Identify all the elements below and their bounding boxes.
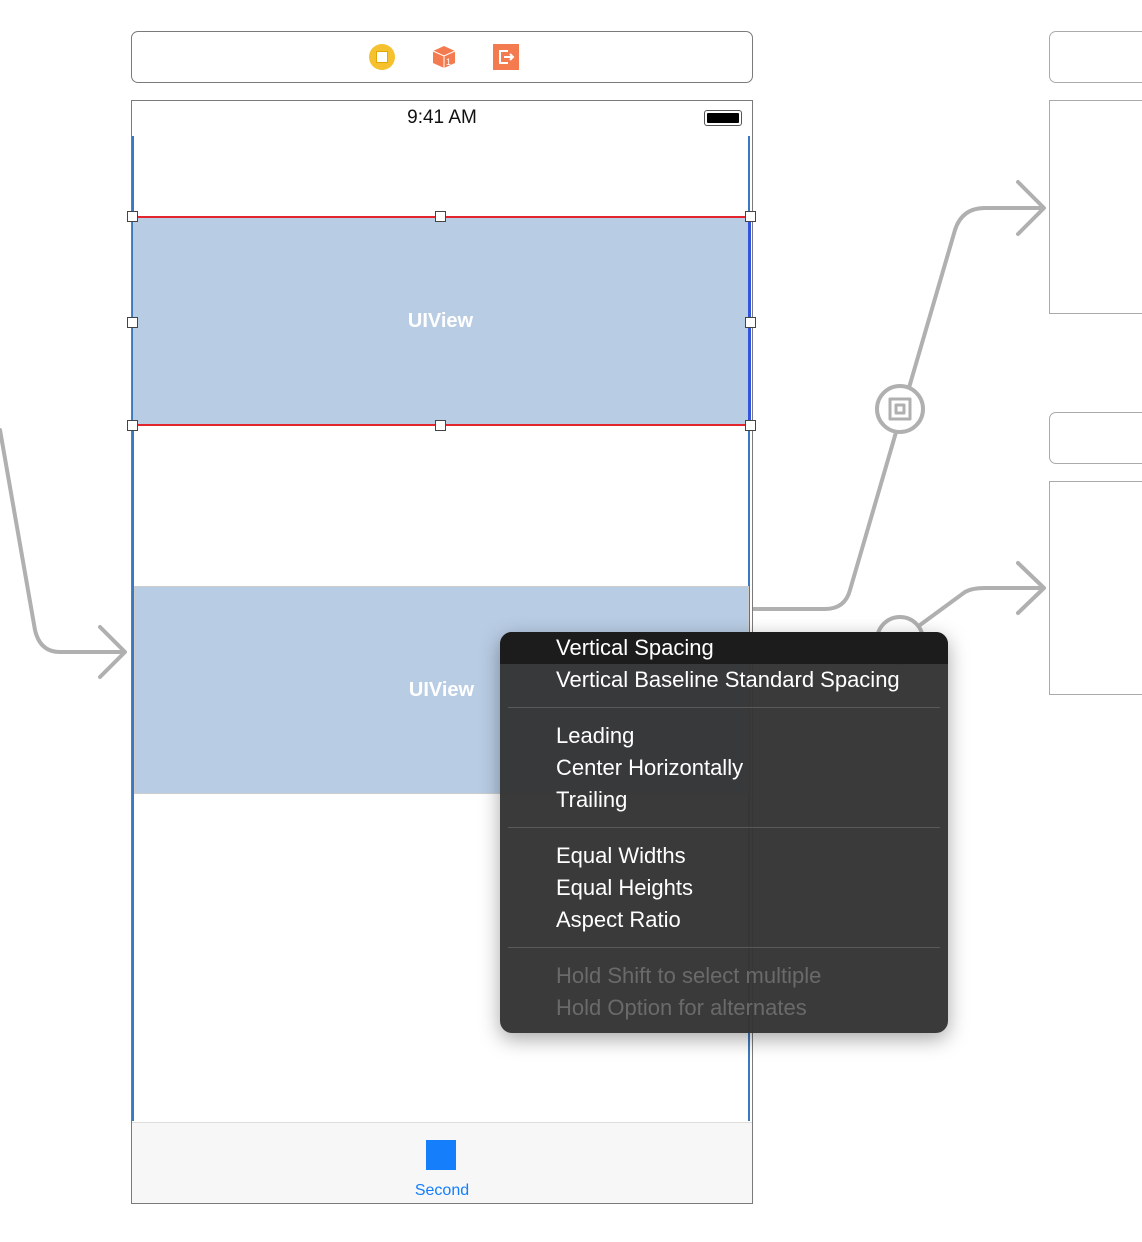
menu-item-aspect-ratio[interactable]: Aspect Ratio [500,904,948,936]
resize-handle[interactable] [745,317,756,328]
menu-item-trailing[interactable]: Trailing [500,784,948,816]
menu-item-center-horizontally[interactable]: Center Horizontally [500,752,948,784]
menu-item-vertical-spacing[interactable]: Vertical Spacing [500,632,948,664]
side-scene-dock-bottom[interactable] [1049,412,1142,464]
uiview-label: UIView [407,309,474,332]
menu-separator [508,827,940,828]
exit-icon[interactable] [493,44,519,70]
menu-item-leading[interactable]: Leading [500,720,948,752]
tab-item-icon[interactable] [426,1140,456,1170]
scene-dock: 1 [131,31,753,83]
segue-line-entry [0,428,126,654]
constraint-context-menu: Vertical Spacing Vertical Baseline Stand… [500,632,948,1033]
uiview-label: UIView [408,678,475,701]
uiview-top[interactable]: UIView [133,216,751,426]
side-scene-top[interactable] [1049,100,1142,314]
resize-handle[interactable] [435,420,446,431]
tab-item-second[interactable]: Second [132,1182,752,1200]
resize-handle[interactable] [127,317,138,328]
side-scene-dock-top[interactable] [1049,31,1142,83]
resize-handle[interactable] [127,211,138,222]
status-time: 9:41 AM [407,107,477,128]
battery-icon [704,110,742,126]
side-scene-bottom[interactable] [1049,481,1142,695]
menu-item-vertical-baseline-standard-spacing[interactable]: Vertical Baseline Standard Spacing [500,664,948,696]
resize-handle[interactable] [127,420,138,431]
menu-hint-option: Hold Option for alternates [556,995,807,1020]
tab-bar: Second [132,1122,752,1203]
menu-item-equal-widths[interactable]: Equal Widths [500,840,948,872]
resize-handle[interactable] [745,420,756,431]
resize-handle[interactable] [745,211,756,222]
menu-item-equal-heights[interactable]: Equal Heights [500,872,948,904]
first-responder-icon[interactable]: 1 [431,44,457,70]
resize-handle[interactable] [435,211,446,222]
menu-separator [508,707,940,708]
menu-separator [508,947,940,948]
view-controller-icon[interactable] [369,44,395,70]
menu-hint-shift: Hold Shift to select multiple [556,963,822,988]
svg-text:1: 1 [446,57,451,67]
